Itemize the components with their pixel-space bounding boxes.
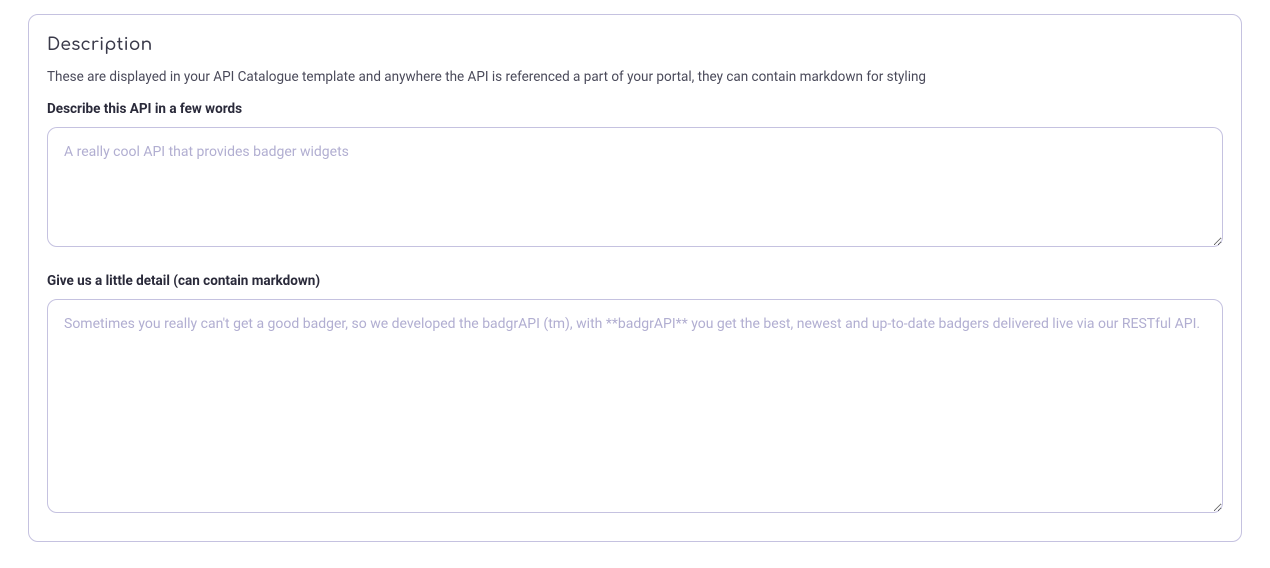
description-panel: Description These are displayed in your … [28, 14, 1242, 542]
short-description-input[interactable] [47, 127, 1223, 247]
short-description-group: Describe this API in a few words [47, 101, 1223, 251]
long-description-group: Give us a little detail (can contain mar… [47, 273, 1223, 517]
short-description-label: Describe this API in a few words [47, 101, 1223, 117]
long-description-input[interactable] [47, 299, 1223, 513]
long-description-label: Give us a little detail (can contain mar… [47, 273, 1223, 289]
panel-title: Description [47, 35, 1223, 54]
panel-subtitle: These are displayed in your API Catalogu… [47, 68, 1223, 87]
